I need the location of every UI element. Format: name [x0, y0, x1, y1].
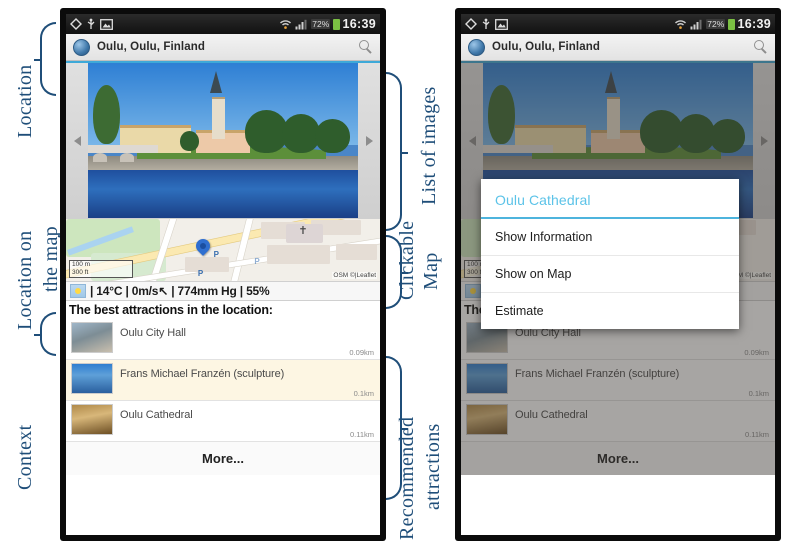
- parking-marker-3: P: [197, 268, 204, 278]
- page-title: Oulu, Oulu, Finland: [492, 41, 600, 53]
- app-header-left: Oulu, Oulu, Finland: [66, 34, 380, 61]
- usb-icon: [87, 18, 95, 29]
- attraction-distance: 0.09km: [349, 348, 374, 357]
- globe-icon: [468, 38, 485, 56]
- parking-marker-1: P: [213, 250, 219, 259]
- annotation-location: Location: [14, 64, 36, 138]
- signal-icon: [295, 19, 307, 29]
- brace-map: [386, 235, 408, 309]
- gps-icon: [465, 18, 477, 30]
- annotation-location-on-map-line1: Location on: [14, 230, 36, 330]
- battery-icon: [333, 18, 340, 30]
- status-bar-left: 72% 16:39: [66, 14, 380, 34]
- attraction-distance: 0.1km: [353, 389, 374, 398]
- battery-icon: [728, 18, 735, 30]
- attraction-thumbnail: [71, 404, 113, 435]
- phone-left: 72% 16:39 Oulu, Oulu, Finland ✝ P P P 10…: [60, 8, 386, 541]
- attractions-heading: The best attractions in the location:: [69, 303, 273, 317]
- annotation-map: Map: [420, 252, 442, 290]
- image-carousel[interactable]: [66, 61, 380, 218]
- map-attribution[interactable]: OSM ©|Leaflet: [332, 272, 377, 279]
- battery-percent-label: 72%: [311, 19, 331, 29]
- brace-context: [34, 312, 56, 356]
- page-title: Oulu, Oulu, Finland: [97, 41, 205, 53]
- carousel-next-button[interactable]: [358, 63, 380, 218]
- app-header-right: Oulu, Oulu, Finland: [461, 34, 775, 61]
- globe-icon: [73, 38, 90, 56]
- brace-location: [34, 22, 56, 96]
- sun-icon: [70, 284, 86, 298]
- status-bar-time: 16:39: [737, 17, 771, 31]
- dialog-option-estimate[interactable]: Estimate: [481, 293, 739, 329]
- battery-percent-label: 72%: [706, 19, 726, 29]
- gallery-icon: [100, 18, 113, 30]
- search-icon[interactable]: [359, 40, 373, 54]
- attraction-name: Oulu Cathedral: [120, 409, 193, 421]
- attraction-name: Frans Michael Franzén (sculpture): [120, 368, 285, 380]
- status-bar-right: 72% 16:39: [461, 14, 775, 34]
- list-item[interactable]: Oulu City Hall 0.09km: [66, 319, 380, 360]
- search-icon[interactable]: [754, 40, 768, 54]
- attraction-thumbnail: [71, 363, 113, 394]
- more-button[interactable]: More...: [66, 442, 380, 475]
- map-view[interactable]: ✝ P P P 100 m 300 ft OSM ©|Leaflet: [66, 218, 380, 281]
- parking-marker-2: P: [254, 257, 260, 267]
- list-item[interactable]: Oulu Cathedral 0.11km: [66, 401, 380, 442]
- dialog-option-show-information[interactable]: Show Information: [481, 219, 739, 256]
- list-item[interactable]: Frans Michael Franzén (sculpture) 0.1km: [66, 360, 380, 401]
- carousel-prev-button[interactable]: [66, 63, 88, 218]
- map-scale-metric: 100 m: [69, 260, 133, 269]
- phone-left-screen: 72% 16:39 Oulu, Oulu, Finland ✝ P P P 10…: [66, 14, 380, 535]
- usb-icon: [482, 18, 490, 29]
- context-bar: | 14°C | 0m/s↖ | 774mm Hg | 55%: [66, 281, 380, 301]
- signal-icon: [690, 19, 702, 29]
- attraction-thumbnail: [71, 322, 113, 353]
- attraction-distance: 0.11km: [349, 430, 374, 439]
- dialog-option-show-on-map[interactable]: Show on Map: [481, 256, 739, 293]
- map-scale: 100 m 300 ft: [69, 260, 133, 278]
- wifi-icon: [280, 19, 292, 29]
- wifi-icon: [675, 19, 687, 29]
- map-scale-imperial: 300 ft: [69, 269, 133, 278]
- gallery-icon: [495, 18, 508, 30]
- phone-right: 72% 16:39 Oulu, Oulu, Finland 100 m 300 …: [455, 8, 781, 541]
- status-bar-time: 16:39: [342, 17, 376, 31]
- annotation-list-of-images: List of images: [418, 86, 440, 205]
- context-text: | 14°C | 0m/s↖ | 774mm Hg | 55%: [90, 284, 270, 298]
- context-dialog: Oulu Cathedral Show Information Show on …: [481, 179, 739, 329]
- gps-icon: [70, 18, 82, 30]
- carousel-photo[interactable]: [88, 63, 358, 218]
- dialog-title: Oulu Cathedral: [481, 179, 739, 219]
- annotation-attractions: attractions: [422, 423, 444, 510]
- phone-right-screen: 72% 16:39 Oulu, Oulu, Finland 100 m 300 …: [461, 14, 775, 535]
- brace-attractions: [386, 356, 408, 500]
- brace-list-of-images: [386, 72, 408, 231]
- annotation-context: Context: [14, 424, 36, 490]
- church-cross-icon: ✝: [298, 224, 308, 237]
- attraction-name: Oulu City Hall: [120, 327, 186, 339]
